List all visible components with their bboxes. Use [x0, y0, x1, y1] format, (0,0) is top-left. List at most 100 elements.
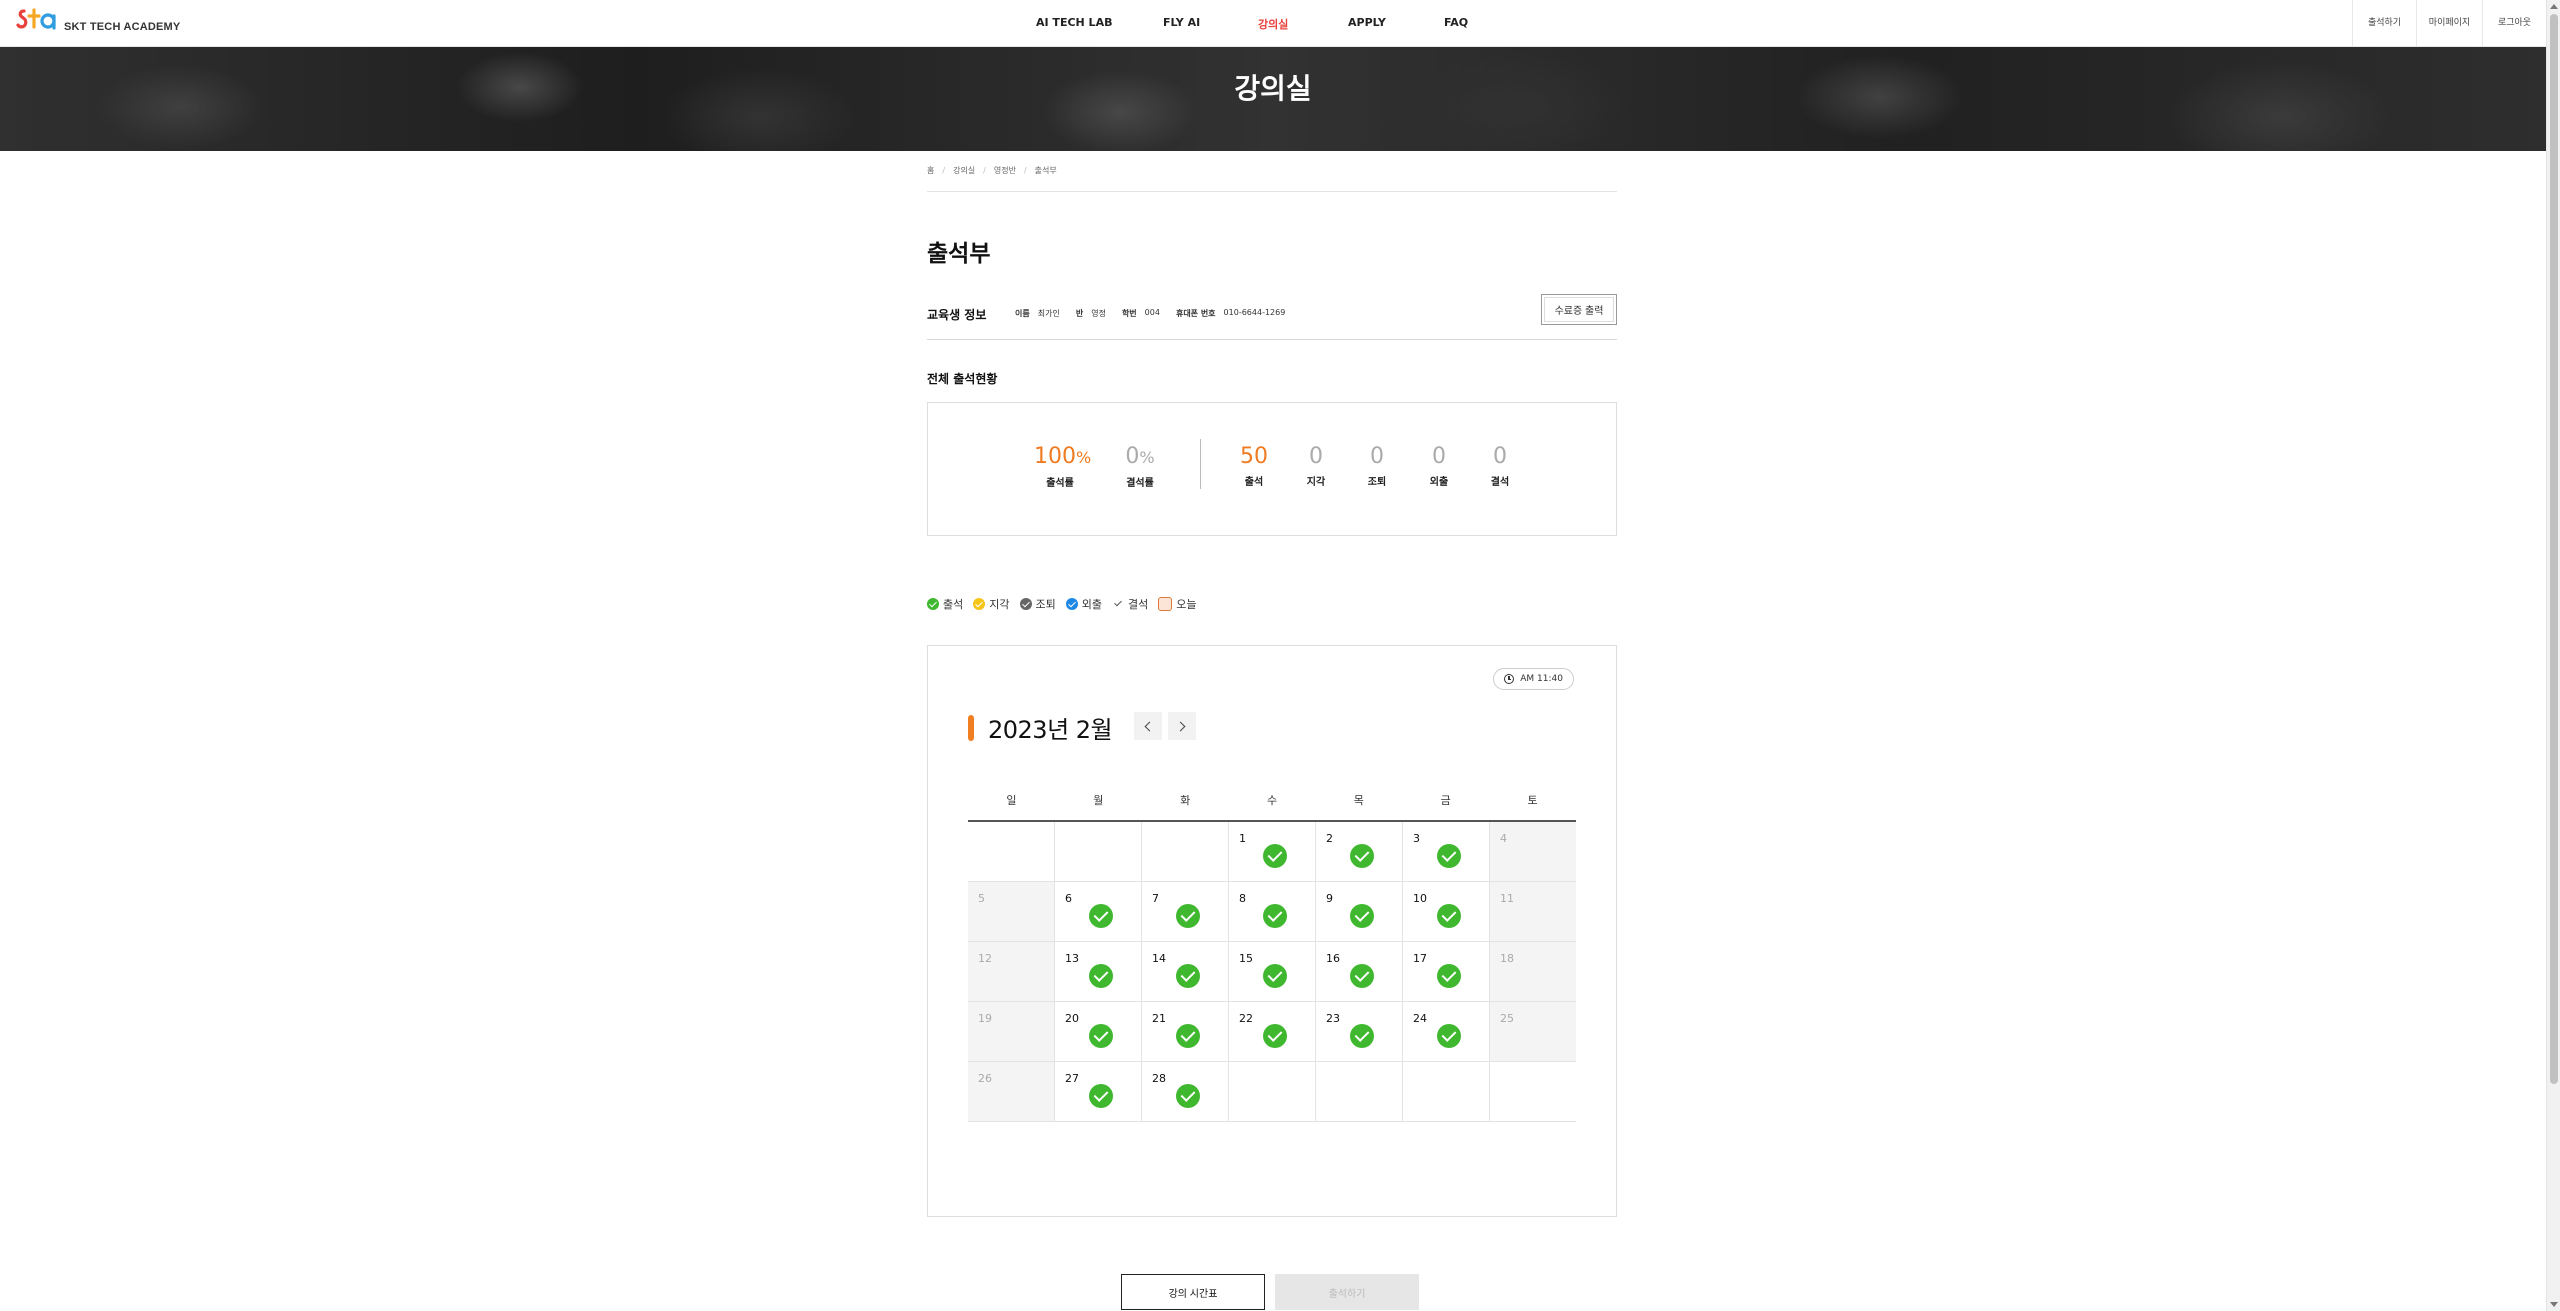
calendar-day-cell[interactable]: 6 — [1055, 882, 1142, 941]
logo-text: SKT TECH ACADEMY — [64, 21, 181, 33]
calendar-header: 2023년 2월 — [968, 710, 1113, 745]
calendar-day-cell[interactable]: 16 — [1316, 942, 1403, 1001]
present-check-icon — [1089, 904, 1113, 928]
prev-month-button[interactable] — [1134, 712, 1162, 740]
divider — [1200, 439, 1201, 489]
present-check-icon — [1176, 904, 1200, 928]
present-check-icon — [1176, 964, 1200, 988]
breadcrumb-separator-icon: / — [942, 166, 946, 175]
calendar-day-cell[interactable]: 27 — [1055, 1062, 1142, 1121]
stat-present: 50 출석 — [1240, 444, 1268, 489]
divider — [927, 339, 1617, 340]
present-check-icon — [1176, 1024, 1200, 1048]
calendar-day-cell[interactable]: 18 — [1490, 942, 1576, 1001]
util-mypage-link[interactable]: 마이페이지 — [2416, 0, 2482, 47]
calendar-day-cell[interactable]: 8 — [1229, 882, 1316, 941]
calendar-day-cell[interactable]: 1 — [1229, 822, 1316, 881]
page-scrollbar[interactable] — [2546, 0, 2560, 1311]
student-info-label: 교육생 정보 — [927, 308, 987, 322]
calendar-grid: 일 월 화 수 목 금 토 1 2 3 4 5 6 7 8 9 10 11 12 13 14 15 16 17 1… — [968, 792, 1576, 1122]
calendar-day-cell[interactable]: 4 — [1490, 822, 1576, 881]
legend-late: 지각 — [973, 596, 1010, 612]
weekday-mon: 월 — [1093, 794, 1104, 807]
util-attend-link[interactable]: 출석하기 — [2352, 0, 2416, 47]
calendar-week-row: 5 6 7 8 9 10 11 — [968, 882, 1576, 942]
present-check-icon — [1350, 1024, 1374, 1048]
calendar-weeks: 1 2 3 4 5 6 7 8 9 10 11 12 13 14 15 16 17 18 19 20 21 22 23 24 2… — [968, 822, 1576, 1122]
calendar-day-cell[interactable]: 26 — [968, 1062, 1055, 1121]
chevron-left-icon — [1144, 721, 1155, 731]
schedule-button[interactable]: 강의 시간표 — [1121, 1274, 1265, 1310]
nav-apply[interactable]: APPLY — [1348, 16, 1386, 29]
nav-fly-ai[interactable]: FLY AI — [1163, 16, 1200, 29]
day-number: 4 — [1500, 832, 1507, 845]
calendar-panel: AM 11:40 2023년 2월 일 월 화 수 목 금 토 12345678… — [927, 645, 1617, 1217]
present-check-icon — [1350, 964, 1374, 988]
today-box-icon — [1158, 597, 1173, 611]
calendar-day-cell[interactable]: 23 — [1316, 1002, 1403, 1061]
calendar-week-row: 19 20 21 22 23 24 25 — [968, 1002, 1576, 1062]
calendar-day-cell[interactable]: 7 — [1142, 882, 1229, 941]
present-check-icon — [1437, 1024, 1461, 1048]
certificate-print-button[interactable]: 수료증 출력 — [1541, 294, 1617, 325]
calendar-day-cell[interactable]: 20 — [1055, 1002, 1142, 1061]
calendar-day-cell[interactable]: 2 — [1316, 822, 1403, 881]
calendar-day-cell[interactable]: 21 — [1142, 1002, 1229, 1061]
present-check-icon — [1263, 1024, 1287, 1048]
util-logout-link[interactable]: 로그아웃 — [2482, 0, 2546, 47]
scrollbar-thumb[interactable] — [2550, 14, 2558, 1084]
day-number: 6 — [1065, 892, 1072, 905]
calendar-day-cell[interactable]: 11 — [1490, 882, 1576, 941]
scroll-down-icon[interactable] — [2550, 1302, 2558, 1307]
day-number: 11 — [1500, 892, 1514, 905]
calendar-day-cell[interactable]: 19 — [968, 1002, 1055, 1061]
calendar-day-cell[interactable]: 22 — [1229, 1002, 1316, 1061]
check-circle-icon — [1065, 598, 1078, 610]
calendar-day-cell[interactable]: 28 — [1142, 1062, 1229, 1121]
field-phone-key: 휴대폰 번호 — [1175, 309, 1216, 318]
present-check-icon — [1437, 844, 1461, 868]
calendar-day-cell[interactable]: 17 — [1403, 942, 1490, 1001]
calendar-day-cell[interactable]: 15 — [1229, 942, 1316, 1001]
calendar-day-cell[interactable]: 25 — [1490, 1002, 1576, 1061]
calendar-week-row: 1 2 3 4 — [968, 822, 1576, 882]
field-phone-value: 010-6644-1269 — [1223, 308, 1286, 317]
attend-button[interactable]: 출석하기 — [1275, 1274, 1419, 1310]
present-check-icon — [1263, 964, 1287, 988]
calendar-day-cell[interactable]: 3 — [1403, 822, 1490, 881]
weekday-header: 일 월 화 수 목 금 토 — [968, 792, 1576, 822]
day-number: 9 — [1326, 892, 1333, 905]
day-number: 26 — [978, 1072, 992, 1085]
field-id-key: 학번 — [1121, 309, 1137, 318]
nav-classroom[interactable]: 강의실 — [1258, 16, 1288, 32]
legend-early-leave: 조퇴 — [1019, 596, 1056, 612]
util-menu: 출석하기 마이페이지 로그아웃 — [2352, 0, 2546, 47]
field-name-key: 이름 — [1015, 309, 1030, 318]
student-info: 교육생 정보 이름 최가인 반 영정 학번 004 휴대폰 번호 010-664… — [927, 308, 1617, 322]
calendar-day-cell[interactable]: 13 — [1055, 942, 1142, 1001]
day-number: 17 — [1413, 952, 1427, 965]
day-number: 1 — [1239, 832, 1246, 845]
nav-faq[interactable]: FAQ — [1444, 16, 1468, 29]
check-circle-icon — [927, 598, 939, 610]
calendar-empty-cell — [968, 822, 1055, 881]
calendar-day-cell[interactable]: 9 — [1316, 882, 1403, 941]
breadcrumb-home[interactable]: 홈 — [927, 165, 934, 176]
scroll-up-icon[interactable] — [2550, 4, 2558, 9]
calendar-day-cell[interactable]: 5 — [968, 882, 1055, 941]
breadcrumb-current: 출석부 — [1034, 166, 1057, 175]
stat-attendance-rate: 100% 출석률 — [1034, 444, 1092, 490]
breadcrumb-class[interactable]: 영정반 — [994, 165, 1016, 176]
logo[interactable]: SKT TECH ACADEMY — [16, 8, 180, 38]
present-check-icon — [1350, 904, 1374, 928]
calendar-day-cell[interactable]: 10 — [1403, 882, 1490, 941]
present-check-icon — [1089, 1024, 1113, 1048]
breadcrumb-classroom[interactable]: 강의실 — [953, 165, 975, 176]
calendar-month-label: 2023년 2월 — [988, 716, 1113, 744]
calendar-day-cell[interactable]: 12 — [968, 942, 1055, 1001]
calendar-day-cell[interactable]: 14 — [1142, 942, 1229, 1001]
next-month-button[interactable] — [1168, 712, 1196, 740]
calendar-day-cell[interactable]: 24 — [1403, 1002, 1490, 1061]
nav-ai-tech-lab[interactable]: AI TECH LAB — [1036, 16, 1112, 29]
field-class-value: 영정 — [1091, 309, 1106, 318]
